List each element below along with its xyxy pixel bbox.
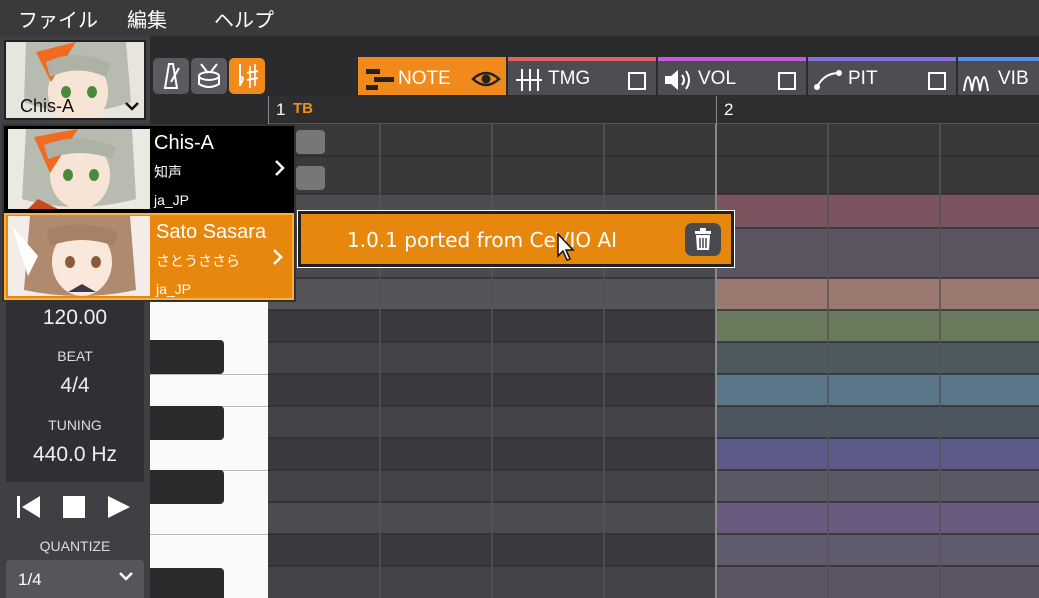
eye-icon[interactable] (471, 67, 501, 91)
tuning-value[interactable]: 440.0 Hz (6, 443, 144, 467)
quantize-value: 1/4 (18, 570, 42, 589)
menu-edit[interactable]: 編集 (127, 4, 167, 33)
singer-name: Chis-A (154, 132, 215, 154)
beat-label: BEAT (57, 348, 93, 364)
singer-subname: 知声 (154, 165, 182, 181)
measure-number: 2 (724, 100, 734, 119)
beat-value[interactable]: 4/4 (6, 374, 144, 398)
drum-button[interactable] (191, 58, 227, 94)
measure-ruler[interactable]: 1 TB 2 (268, 96, 1039, 124)
metronome-icon (163, 63, 180, 89)
quantize-label: QUANTIZE (39, 538, 111, 554)
tab-pitch-checkbox[interactable] (928, 72, 946, 90)
tab-pitch-label: PIT (848, 68, 878, 89)
singer-portrait-sato-sasara (8, 216, 150, 296)
tab-vibrato[interactable]: VIB (958, 57, 1039, 95)
trash-icon (695, 228, 711, 250)
singer-select[interactable]: Chis-A (4, 40, 146, 120)
singer-version-label: 1.0.1 ported from CeVIO AI (347, 228, 618, 252)
chevron-down-icon (124, 97, 140, 116)
singer-thumbnail (8, 216, 150, 296)
skip-to-start-icon[interactable] (14, 492, 42, 522)
play-icon[interactable] (104, 492, 132, 522)
tab-note-label: NOTE (398, 68, 451, 89)
speaker-icon (665, 70, 690, 90)
mouse-cursor-icon (557, 232, 575, 261)
tempo-value[interactable]: 120.00 (6, 306, 144, 330)
singer-thumbnail (8, 129, 150, 209)
singer-language: ja_JP (154, 192, 190, 208)
tab-note[interactable]: NOTE (358, 57, 506, 95)
black-key[interactable] (150, 340, 224, 374)
singer-language: ja_JP (156, 281, 192, 297)
sharp-flat-icon (239, 64, 259, 88)
singer-dropdown: Chis-A 知声 ja_JP Sato Sasara さとうささら ja_JP (2, 124, 296, 302)
tab-volume[interactable]: VOL (658, 57, 806, 95)
selected-singer-name: Chis-A (20, 96, 75, 116)
quantize-select[interactable]: 1/4 (6, 560, 144, 598)
measure-number: 1 (276, 100, 286, 119)
black-key[interactable] (150, 406, 224, 440)
song-info-panel: 120.00 BEAT 4/4 TUNING 440.0 Hz (6, 300, 144, 482)
tab-volume-label: VOL (698, 68, 737, 89)
tab-timing-checkbox[interactable] (628, 72, 646, 90)
metronome-button[interactable] (153, 58, 189, 94)
tab-pitch[interactable]: PIT (808, 57, 956, 95)
tab-volume-checkbox[interactable] (778, 72, 796, 90)
black-key[interactable] (150, 568, 224, 598)
chevron-down-icon (118, 568, 134, 588)
chevron-right-icon (274, 158, 286, 182)
tab-vibrato-label: VIB (998, 68, 1029, 89)
singer-portrait-chis-a (8, 129, 150, 209)
black-key[interactable] (150, 470, 224, 504)
chevron-right-icon (272, 247, 284, 271)
note-icon (366, 69, 394, 90)
singer-version-submenu[interactable]: 1.0.1 ported from CeVIO AI (297, 210, 735, 268)
piano-roll-grid[interactable] (268, 124, 1039, 598)
singer-option-chis-a[interactable]: Chis-A 知声 ja_JP (4, 126, 294, 213)
menu-file[interactable]: ファイル (18, 4, 98, 33)
tab-timing[interactable]: TMG (508, 57, 656, 95)
stop-icon[interactable] (60, 492, 88, 522)
singer-name: Sato Sasara (156, 221, 267, 243)
tempo-beat-marker: TB (293, 100, 313, 117)
drum-icon (198, 63, 220, 88)
menu-help[interactable]: ヘルプ (214, 4, 274, 33)
key-signature-button[interactable] (229, 58, 265, 94)
vibrato-icon (963, 76, 989, 92)
tuning-label: TUNING (48, 417, 102, 433)
menu-bar: ファイル 編集 ヘルプ (0, 0, 1039, 36)
timing-icon (516, 69, 542, 91)
pitch-curve-icon (814, 70, 842, 90)
tab-timing-label: TMG (548, 68, 591, 89)
singer-subname: さとうささら (156, 254, 240, 270)
delete-button[interactable] (685, 223, 721, 256)
singer-option-sato-sasara[interactable]: Sato Sasara さとうささら ja_JP (4, 213, 294, 300)
